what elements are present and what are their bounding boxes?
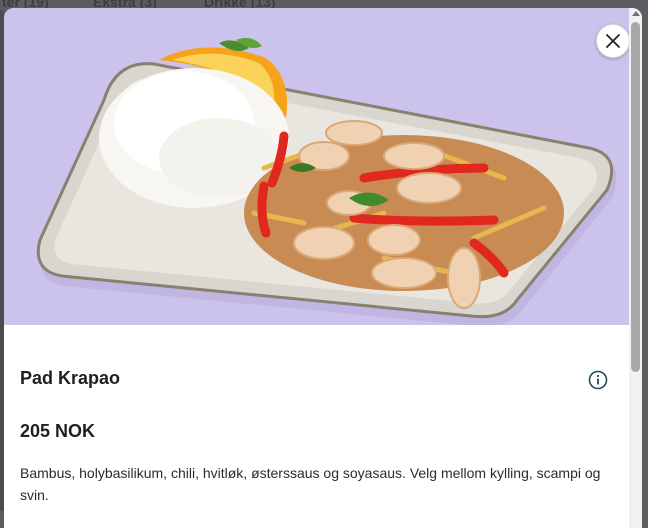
product-price: 205 NOK <box>20 421 96 441</box>
modal-scrollbar[interactable] <box>629 8 642 528</box>
product-modal: Pad Krapao 205 NOK Bambus, holybasilikum… <box>4 8 642 528</box>
close-icon <box>606 34 620 48</box>
scrollbar-thumb[interactable] <box>631 22 640 372</box>
info-button[interactable] <box>587 369 609 391</box>
product-description: Bambus, holybasilikum, chili, hvitløk, ø… <box>20 465 601 503</box>
scroll-up-arrow-icon[interactable] <box>632 11 640 16</box>
product-title: Pad Krapao <box>20 368 121 388</box>
info-icon <box>588 370 608 390</box>
close-button[interactable] <box>596 24 630 58</box>
dish-illustration <box>36 38 617 325</box>
product-image <box>4 8 629 325</box>
